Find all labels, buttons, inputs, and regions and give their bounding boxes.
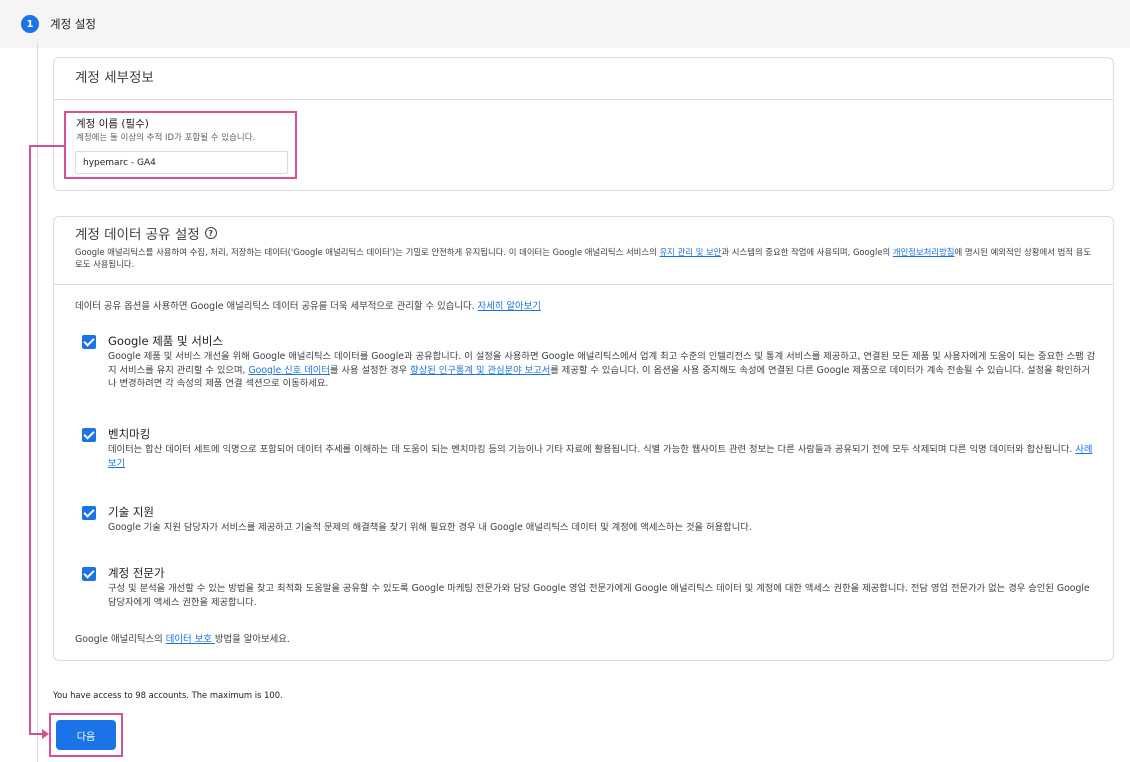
data-sharing-title: 계정 데이터 공유 설정 xyxy=(75,227,200,243)
next-button-highlight xyxy=(49,713,123,757)
step-title: 계정 설정 xyxy=(50,17,96,31)
step-number-badge: 1 xyxy=(21,15,39,33)
benchmarking-checkbox[interactable] xyxy=(82,428,96,442)
footer-text: 방법을 알아보세요. xyxy=(214,634,290,645)
desc-text: Google 애널리틱스를 사용하여 수집, 처리, 저장하는 데이터('Goo… xyxy=(75,247,660,257)
account-details-title: 계정 세부정보 xyxy=(75,70,154,86)
option-title: 벤치마킹 xyxy=(108,427,151,441)
option-description: Google 기술 지원 담당자가 서비스를 제공하고 기술적 문제의 해결책을… xyxy=(108,522,752,533)
data-sharing-title-row: 계정 데이터 공유 설정 ? xyxy=(75,223,217,243)
learn-more-link[interactable]: 자세히 알아보기 xyxy=(478,301,541,312)
privacy-policy-link[interactable]: 개인정보처리방침 xyxy=(893,247,955,257)
option-title: Google 제품 및 서비스 xyxy=(108,334,223,348)
option-description: Google 제품 및 서비스 개선을 위해 Google 애널리틱스 데이터를… xyxy=(108,350,1098,391)
connector-line xyxy=(29,145,31,735)
connector-line xyxy=(29,145,66,147)
option-desc-text: 를 사용 설정한 경우 xyxy=(329,364,411,376)
data-protection-note: Google 애널리틱스의 데이터 보호 방법을 알아보세요. xyxy=(75,631,290,645)
data-sharing-description: Google 애널리틱스를 사용하여 수집, 처리, 저장하는 데이터('Goo… xyxy=(75,246,1095,270)
maintenance-security-link[interactable]: 유지 관리 및 보안 xyxy=(659,247,721,257)
step-header: 1 계정 설정 xyxy=(0,0,1130,48)
technical-support-checkbox[interactable] xyxy=(82,506,96,520)
option-desc-text: 데이터는 합산 데이터 세트에 익명으로 포함되어 데이터 추세를 이해하는 데… xyxy=(108,444,1076,455)
account-access-note: You have access to 98 accounts. The maxi… xyxy=(53,690,283,700)
demographics-report-link[interactable]: 향상된 인구통계 및 관심분야 보고서 xyxy=(410,365,550,376)
option-title: 계정 전문가 xyxy=(108,566,165,580)
step-line xyxy=(37,42,38,762)
data-protection-link[interactable]: 데이터 보호 xyxy=(166,634,215,645)
option-description: 구성 및 분석을 개선할 수 있는 방법을 찾고 최적화 도움말을 공유할 수 … xyxy=(108,583,1090,608)
sharing-intro: 데이터 공유 옵션을 사용하면 Google 애널리틱스 데이터 공유를 더욱 … xyxy=(75,298,541,312)
intro-text: 데이터 공유 옵션을 사용하면 Google 애널리틱스 데이터 공유를 더욱 … xyxy=(75,301,478,312)
arrow-icon xyxy=(42,729,49,739)
card-divider xyxy=(54,284,1113,285)
help-icon[interactable]: ? xyxy=(204,227,217,239)
option-description: 데이터는 합산 데이터 세트에 익명으로 포함되어 데이터 추세를 이해하는 데… xyxy=(108,443,1098,470)
data-sharing-card: 계정 데이터 공유 설정 ? Google 애널리틱스를 사용하여 수집, 처리… xyxy=(53,216,1114,661)
account-name-highlight xyxy=(64,111,297,179)
account-specialists-checkbox[interactable] xyxy=(82,567,96,581)
card-divider xyxy=(54,99,1113,100)
option-title: 기술 지원 xyxy=(108,505,154,519)
google-signals-link[interactable]: Google 신호 데이터 xyxy=(248,365,329,376)
desc-text: 과 시스템의 중요한 작업에 사용되며, Google의 xyxy=(721,247,893,257)
google-products-checkbox[interactable] xyxy=(82,335,96,349)
footer-text: Google 애널리틱스의 xyxy=(75,634,166,645)
